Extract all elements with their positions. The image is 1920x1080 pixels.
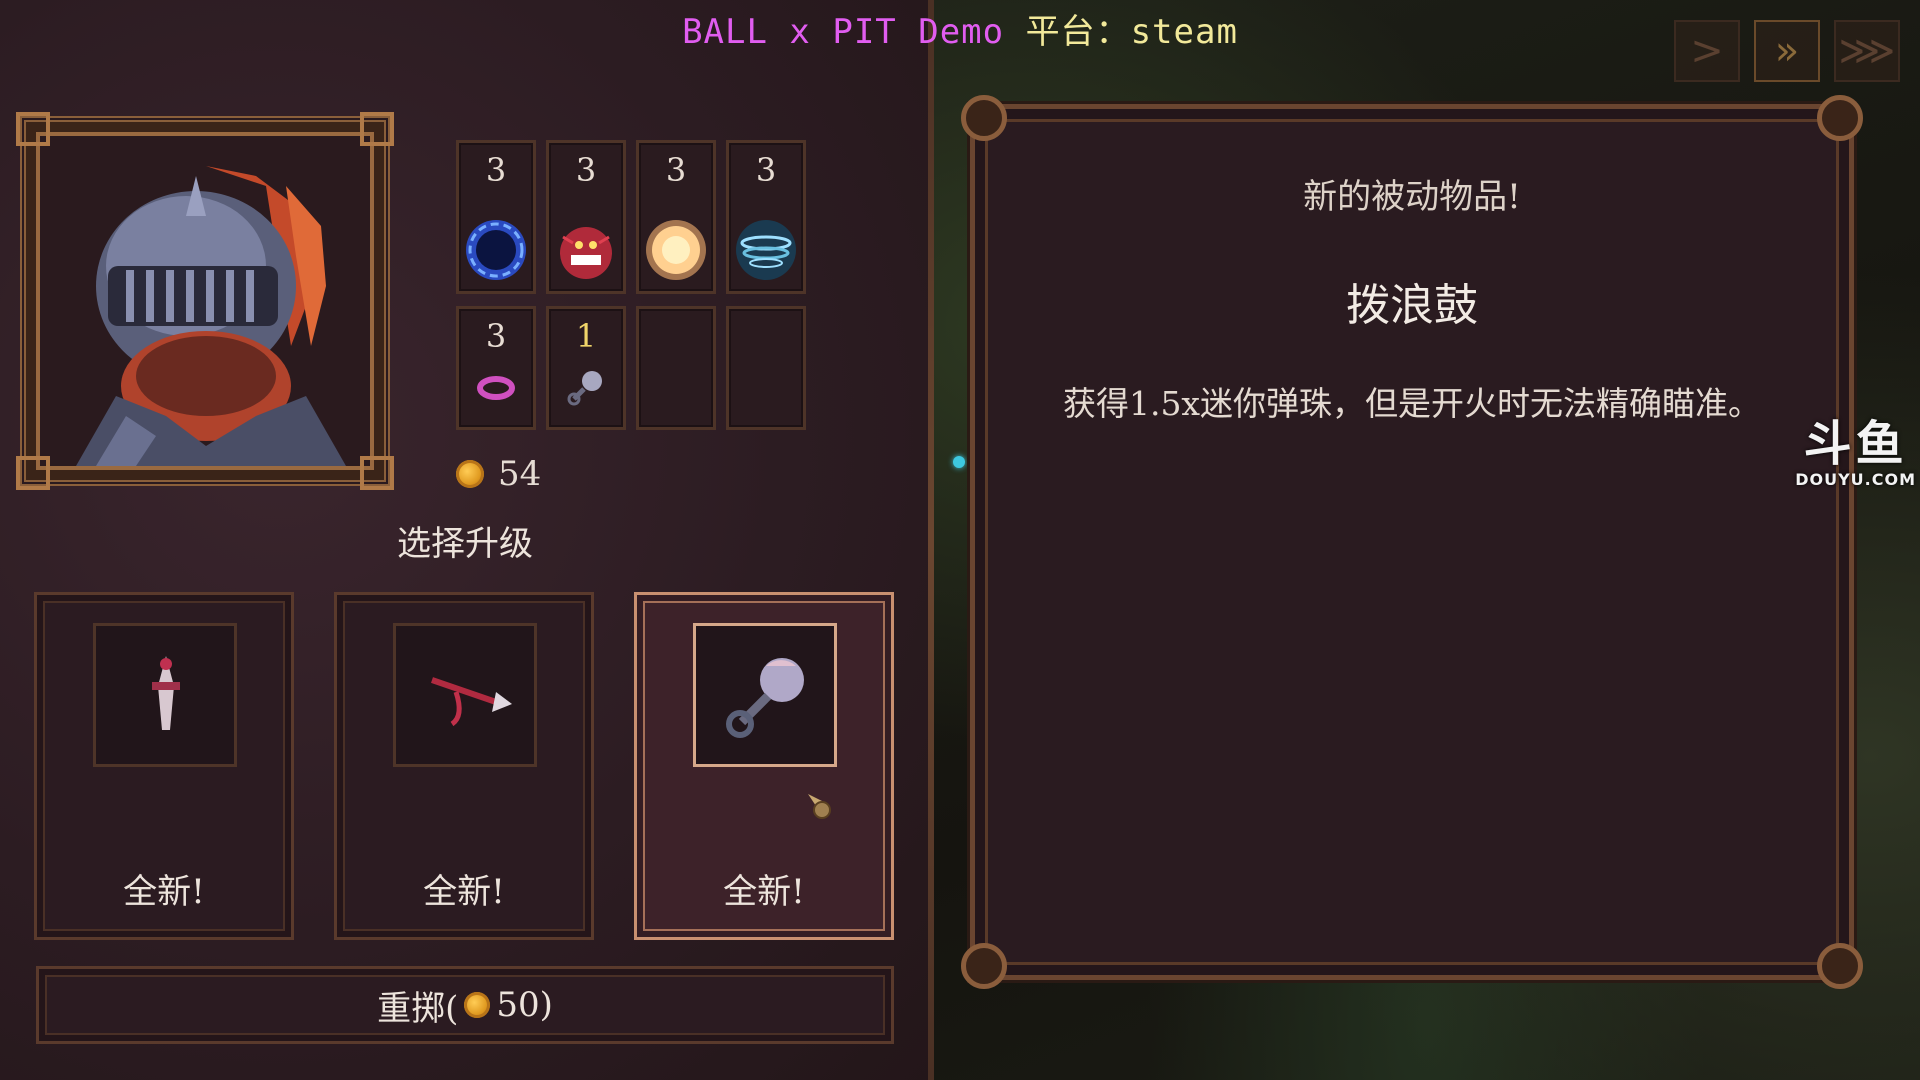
fire-sun-ball-icon — [646, 220, 706, 280]
pink-ring-icon — [477, 376, 515, 400]
douyu-watermark: 斗鱼 DOUYU.COM — [1795, 418, 1916, 489]
inventory-slot-empty[interactable] — [726, 306, 806, 430]
watermark-url: DOUYU.COM — [1795, 470, 1916, 489]
blue-ball-projectile — [953, 456, 965, 468]
frame-corner — [1817, 95, 1863, 141]
slot-count: 3 — [485, 317, 507, 355]
frame-corner — [360, 456, 394, 490]
speed-fast-button[interactable]: » — [1754, 20, 1820, 82]
item-description: 获得1.5x迷你弹珠，但是开火时无法精确瞄准。 — [1062, 384, 1762, 423]
arrow-icon — [431, 677, 512, 727]
coin-icon — [464, 992, 491, 1018]
slot-count: 3 — [575, 151, 597, 189]
inventory-slot-ball-3[interactable]: 3 — [636, 140, 716, 294]
reroll-cost: 50) — [496, 985, 553, 1025]
frame-corner — [961, 943, 1007, 989]
gold-amount: 54 — [498, 454, 542, 494]
blue-vortex-ball-icon — [466, 220, 526, 280]
red-monster-ball-icon — [560, 227, 612, 279]
speed-fastest-button[interactable]: ⋙ — [1834, 20, 1900, 82]
inventory-slot-ball-2[interactable]: 3 — [546, 140, 626, 294]
title-platform: 平台：steam — [1004, 12, 1238, 52]
rattle-icon — [726, 658, 804, 738]
play-icon: > — [1690, 28, 1724, 74]
mouse-cursor-icon — [808, 794, 831, 819]
inventory-slot-passive-2[interactable]: 1 — [546, 306, 626, 430]
rattle-icon — [567, 371, 602, 406]
slot-count: 3 — [665, 151, 687, 189]
watermark-logo: 斗鱼 — [1803, 416, 1908, 472]
fast-forward-icon: » — [1774, 28, 1800, 74]
slot-count: 3 — [755, 151, 777, 189]
upgrade-card-dagger[interactable]: 全新! — [34, 592, 294, 940]
card-icon-box — [393, 623, 537, 767]
slot-count: 3 — [485, 151, 507, 189]
item-info-panel: 新的被动物品! 拨浪鼓 获得1.5x迷你弹珠，但是开火时无法精确瞄准。 — [961, 95, 1863, 989]
inventory-slot-empty[interactable] — [636, 306, 716, 430]
frame-corner — [360, 112, 394, 146]
frame-corner — [961, 95, 1007, 141]
speed-normal-button[interactable]: > — [1674, 20, 1740, 82]
fastest-forward-icon: ⋙ — [1838, 28, 1896, 74]
card-new-label: 全新! — [423, 872, 505, 912]
card-new-label: 全新! — [723, 872, 805, 912]
info-header: 新的被动物品! — [1303, 177, 1521, 217]
inventory-slot-ball-1[interactable]: 3 — [456, 140, 536, 294]
reroll-label: 重掷( — [377, 988, 459, 1029]
gold-counter: 54 — [456, 454, 541, 494]
card-new-label: 全新! — [123, 872, 205, 912]
card-icon-box — [693, 623, 837, 767]
dagger-icon — [152, 656, 180, 730]
coin-icon — [456, 460, 484, 488]
frame-corner — [1817, 943, 1863, 989]
reroll-button[interactable]: 重掷( 50) — [36, 966, 894, 1044]
card-icon-box — [93, 623, 237, 767]
upgrade-card-rattle[interactable]: 全新! — [634, 592, 894, 940]
frame-corner — [16, 456, 50, 490]
choose-upgrade-heading: 选择升级 — [397, 524, 533, 564]
stream-title: BALL x PIT Demo 平台：steam — [0, 4, 1920, 53]
title-game-name: BALL x PIT Demo — [682, 12, 1005, 52]
inventory-slot-ball-4[interactable]: 3 — [726, 140, 806, 294]
item-name: 拨浪鼓 — [1346, 280, 1478, 331]
frame-corner — [16, 112, 50, 146]
slot-count: 1 — [575, 317, 597, 355]
storm-ball-icon — [736, 220, 796, 280]
character-portrait — [16, 112, 394, 490]
upgrade-card-arrow[interactable]: 全新! — [334, 592, 594, 940]
inventory-slot-passive-1[interactable]: 3 — [456, 306, 536, 430]
knight-portrait-icon — [76, 166, 346, 466]
